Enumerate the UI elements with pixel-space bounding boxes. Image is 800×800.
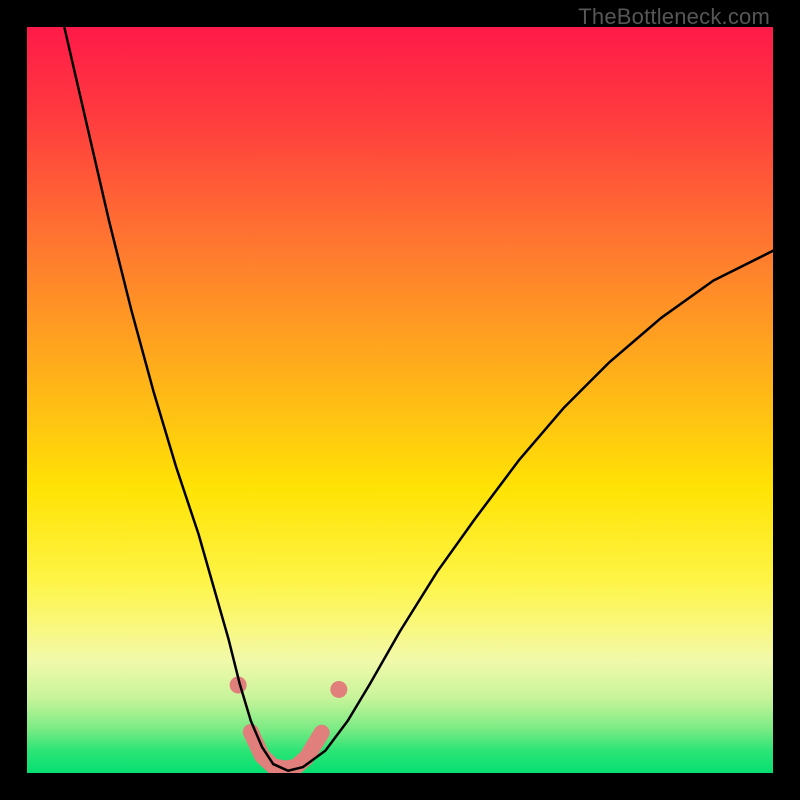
watermark-label: TheBottleneck.com bbox=[578, 4, 770, 30]
bottom-accent-path bbox=[251, 732, 322, 769]
chart-svg-layer bbox=[27, 27, 773, 773]
chart-plot-area bbox=[27, 27, 773, 773]
bottleneck-curve bbox=[64, 27, 773, 771]
chart-outer-frame: TheBottleneck.com bbox=[0, 0, 800, 800]
accent-dots bbox=[330, 681, 347, 698]
